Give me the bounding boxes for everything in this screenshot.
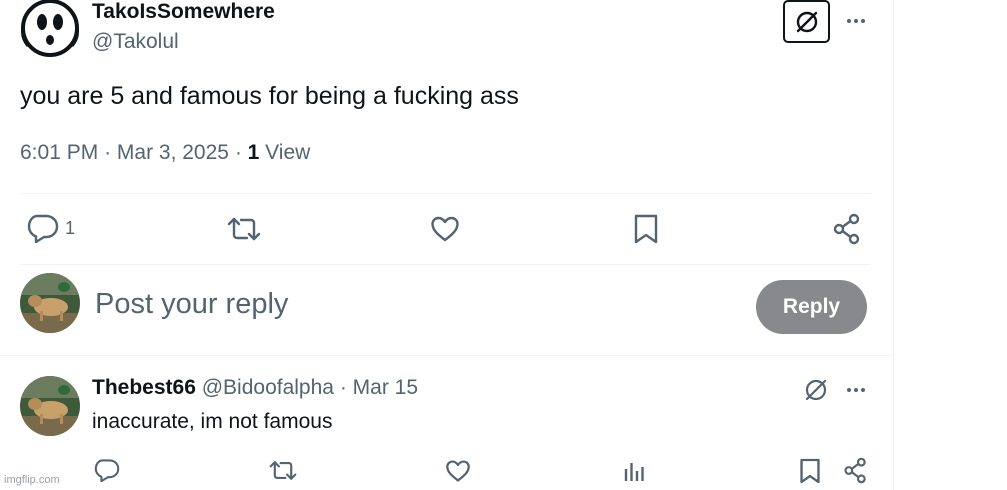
comment-header: Thebest66 @Bidoofalpha · Mar 15 <box>92 376 418 400</box>
tweet-date[interactable]: Mar 3, 2025 <box>117 141 229 164</box>
reply-action[interactable]: 1 <box>27 213 75 243</box>
comment-like-action[interactable] <box>445 459 471 483</box>
comment-grok-button[interactable] <box>803 377 829 408</box>
page: TakoIsSomewhere @Takolul you are 5 and f… <box>0 0 1007 490</box>
reply-icon <box>27 214 59 243</box>
comment-separator: · <box>339 376 347 399</box>
bookmark-icon <box>800 458 820 484</box>
watermark: imgflip.com <box>4 474 60 486</box>
more-icon-dot <box>861 388 865 392</box>
views-label: View <box>265 141 311 164</box>
comment-analytics-action[interactable] <box>623 459 645 483</box>
divider <box>0 355 894 356</box>
views-count: 1 <box>247 141 260 164</box>
grok-icon <box>805 379 827 401</box>
like-icon <box>431 216 459 242</box>
author-display-name[interactable]: TakoIsSomewhere <box>92 0 275 24</box>
meta-separator: · <box>104 141 117 164</box>
comment-retweet-action[interactable] <box>269 459 297 482</box>
dog-photo-avatar-icon <box>20 376 80 436</box>
comment-more-options-button[interactable] <box>847 388 865 392</box>
dog-photo-avatar-icon <box>20 273 80 333</box>
reply-button[interactable]: Reply <box>756 280 867 334</box>
tweet-text: you are 5 and famous for being a fucking… <box>20 82 519 110</box>
comment-date[interactable]: Mar 15 <box>353 376 418 399</box>
comment-text: inaccurate, im not famous <box>92 410 333 433</box>
more-icon-dot <box>861 19 865 23</box>
more-icon-dot <box>854 388 858 392</box>
more-icon <box>847 19 851 23</box>
comment-author-avatar[interactable] <box>20 376 80 436</box>
comment-author-handle[interactable]: @Bidoofalpha <box>202 376 334 399</box>
reply-input[interactable]: Post your reply <box>95 288 288 321</box>
more-options-button[interactable] <box>847 19 865 23</box>
reply-count: 1 <box>65 217 76 238</box>
more-icon <box>847 388 851 392</box>
share-action[interactable] <box>832 213 862 245</box>
analytics-icon <box>624 463 644 481</box>
author-avatar[interactable] <box>20 0 80 58</box>
comment-bookmark-action[interactable] <box>799 457 821 485</box>
tweet-time[interactable]: 6:01 PM <box>20 141 98 164</box>
tweet-meta: 6:01 PM · Mar 3, 2025 · 1 View <box>20 141 310 165</box>
divider <box>20 193 870 194</box>
bookmark-icon <box>634 214 658 244</box>
retweet-icon <box>269 461 297 480</box>
like-action[interactable] <box>430 215 460 243</box>
more-icon-dot <box>854 19 858 23</box>
comment-author-name[interactable]: Thebest66 <box>92 376 196 399</box>
reply-icon <box>94 459 120 482</box>
share-icon <box>844 457 866 484</box>
timeline-column: TakoIsSomewhere @Takolul you are 5 and f… <box>0 0 894 490</box>
grok-button[interactable] <box>783 0 830 43</box>
like-icon <box>446 460 470 482</box>
grok-icon <box>796 11 817 32</box>
comment-reply-action[interactable] <box>94 458 120 482</box>
ghost-mask-avatar-icon <box>20 0 80 58</box>
share-icon <box>833 213 860 245</box>
author-handle[interactable]: @Takolul <box>92 30 179 54</box>
divider <box>20 264 870 265</box>
retweet-icon <box>227 217 261 241</box>
bookmark-action[interactable] <box>633 213 659 245</box>
retweet-action[interactable] <box>227 215 261 243</box>
meta-separator: · <box>234 141 248 164</box>
current-user-avatar[interactable] <box>20 273 80 333</box>
comment-share-action[interactable] <box>843 457 868 484</box>
